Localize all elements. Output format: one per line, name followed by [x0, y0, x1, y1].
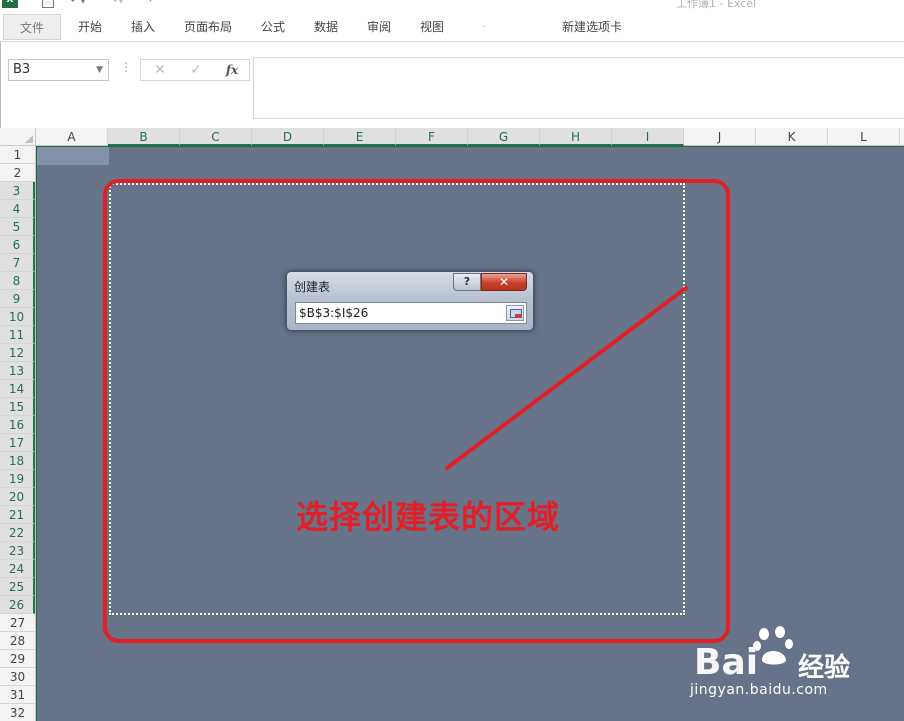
- tab-page-layout[interactable]: 页面布局: [184, 14, 232, 40]
- row-header-12[interactable]: 12: [0, 344, 35, 362]
- formula-bar-buttons: ✕ ✓ fx: [140, 59, 250, 81]
- select-all-button[interactable]: [0, 128, 36, 146]
- tab-data[interactable]: 数据: [314, 14, 338, 40]
- row-header-31[interactable]: 31: [0, 686, 35, 704]
- row-header-16[interactable]: 16: [0, 416, 35, 434]
- row-header-2[interactable]: 2: [0, 164, 35, 182]
- baidu-watermark: Bai 经验 jingyan.baidu.com: [690, 620, 904, 721]
- enter-icon[interactable]: ✓: [183, 60, 209, 80]
- column-header-f[interactable]: F: [396, 128, 468, 146]
- select-all-triangle-icon: [25, 135, 33, 143]
- paw-icon: [753, 626, 793, 665]
- table-range-value: $B$3:$I$26: [299, 306, 369, 320]
- watermark-logo: Bai: [694, 642, 759, 683]
- tab-new-tab[interactable]: 新建选项卡: [562, 14, 622, 40]
- row-header-6[interactable]: 6: [0, 236, 35, 254]
- row-header-20[interactable]: 20: [0, 488, 35, 506]
- tab-view[interactable]: 视图: [420, 14, 444, 40]
- save-icon[interactable]: [42, 0, 54, 8]
- column-header-e[interactable]: E: [324, 128, 396, 146]
- create-table-dialog: 创建表 ? ✕ $B$3:$I$26: [286, 271, 534, 331]
- row-header-23[interactable]: 23: [0, 542, 35, 560]
- dialog-title: 创建表: [294, 280, 331, 294]
- row-header-24[interactable]: 24: [0, 560, 35, 578]
- row-header-18[interactable]: 18: [0, 452, 35, 470]
- window-title: 工作簿1 - Excel: [676, 0, 757, 10]
- range-picker-icon[interactable]: [506, 305, 524, 321]
- row-header-4[interactable]: 4: [0, 200, 35, 218]
- column-headers: ABCDEFGHIJKL: [36, 128, 904, 146]
- name-box-value: B3: [13, 62, 31, 77]
- chevron-down-icon[interactable]: ▼: [96, 60, 103, 80]
- cancel-icon[interactable]: ✕: [147, 60, 173, 80]
- row-header-17[interactable]: 17: [0, 434, 35, 452]
- title-bar: X ↶▾ ↷▾ ▾ 工作簿1 - Excel: [0, 0, 904, 10]
- row-header-32[interactable]: 32: [0, 704, 35, 721]
- row-header-7[interactable]: 7: [0, 254, 35, 272]
- tab-file[interactable]: 文件: [3, 14, 61, 40]
- watermark-brand: 经验: [798, 653, 851, 683]
- row-header-15[interactable]: 15: [0, 398, 35, 416]
- excel-icon: X: [2, 0, 18, 8]
- formula-bar-area: B3 ▼ ⋮ ✕ ✓ fx: [0, 42, 904, 128]
- column-header-i[interactable]: I: [612, 128, 684, 146]
- row-header-29[interactable]: 29: [0, 650, 35, 668]
- row-header-28[interactable]: 28: [0, 632, 35, 650]
- column-header-b[interactable]: B: [108, 128, 180, 146]
- undo-icon[interactable]: ↶▾: [70, 0, 92, 7]
- row-header-25[interactable]: 25: [0, 578, 35, 596]
- customize-quick-access-icon[interactable]: ▾: [148, 0, 158, 8]
- row-header-27[interactable]: 27: [0, 614, 35, 632]
- formula-bar-grip-icon[interactable]: ⋮: [120, 60, 132, 74]
- column-header-d[interactable]: D: [252, 128, 324, 146]
- ribbon-tabs: 文件 开始 插入 页面布局 公式 数据 审阅 视图 - 新建选项卡: [0, 14, 904, 42]
- row-header-3[interactable]: 3: [0, 182, 35, 200]
- tab-home[interactable]: 开始: [78, 14, 102, 40]
- redo-icon[interactable]: ↷▾: [108, 0, 130, 7]
- row-header-13[interactable]: 13: [0, 362, 35, 380]
- left-gutter: [0, 42, 2, 128]
- row-header-21[interactable]: 21: [0, 506, 35, 524]
- annotation-frame: [103, 179, 730, 643]
- formula-input[interactable]: [253, 57, 904, 119]
- tab-formulas[interactable]: 公式: [261, 14, 285, 40]
- row-header-1[interactable]: 1: [0, 146, 35, 164]
- tab-review[interactable]: 审阅: [367, 14, 391, 40]
- close-button[interactable]: ✕: [481, 273, 527, 291]
- row-header-5[interactable]: 5: [0, 218, 35, 236]
- column-header-j[interactable]: J: [684, 128, 756, 146]
- column-header-a[interactable]: A: [36, 128, 108, 146]
- annotation-text: 选择创建表的区域: [296, 498, 561, 536]
- column-header-k[interactable]: K: [756, 128, 828, 146]
- row-header-26[interactable]: 26: [0, 596, 35, 614]
- row-header-9[interactable]: 9: [0, 290, 35, 308]
- help-button[interactable]: ?: [453, 273, 481, 291]
- tab-separator: -: [482, 21, 486, 32]
- column-header-c[interactable]: C: [180, 128, 252, 146]
- column-header-g[interactable]: G: [468, 128, 540, 146]
- column-header-l[interactable]: L: [828, 128, 900, 146]
- name-box[interactable]: B3 ▼: [8, 59, 109, 81]
- column-header-h[interactable]: H: [540, 128, 612, 146]
- row-header-22[interactable]: 22: [0, 524, 35, 542]
- row-header-19[interactable]: 19: [0, 470, 35, 488]
- row-header-30[interactable]: 30: [0, 668, 35, 686]
- row-header-14[interactable]: 14: [0, 380, 35, 398]
- tab-insert[interactable]: 插入: [131, 14, 155, 40]
- cell-a1[interactable]: [37, 147, 109, 165]
- row-header-11[interactable]: 11: [0, 326, 35, 344]
- insert-function-icon[interactable]: fx: [219, 60, 245, 80]
- row-headers: 1 2 3 4 5 6 7 8 9 10 11 12 13 14 15 16 17 18 19 20 21 22 23 24 2…: [0, 146, 36, 721]
- row-header-8[interactable]: 8: [0, 272, 35, 290]
- watermark-url: jingyan.baidu.com: [690, 682, 828, 698]
- row-header-10[interactable]: 10: [0, 308, 35, 326]
- table-range-input[interactable]: $B$3:$I$26: [295, 302, 527, 324]
